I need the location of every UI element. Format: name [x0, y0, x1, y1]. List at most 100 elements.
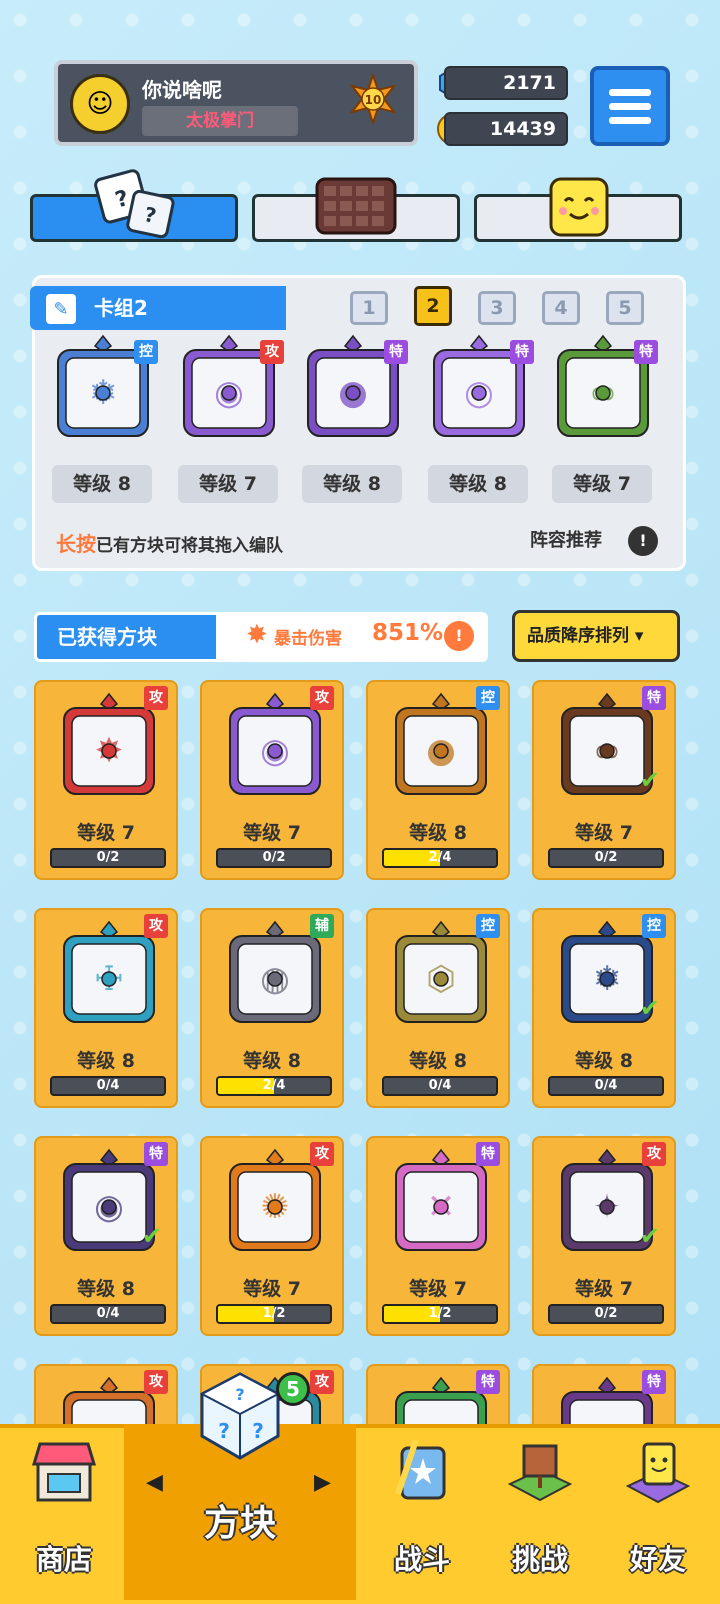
- block-card[interactable]: ✸攻等级 70/2: [34, 680, 178, 880]
- profile-panel[interactable]: ☺ 你说啥呢 太极掌门 10: [54, 60, 418, 146]
- burst-icon: ✸: [246, 620, 268, 650]
- card-type-badge: 特: [510, 340, 534, 364]
- nav-battle[interactable]: 战斗: [362, 1424, 482, 1600]
- block-level: 等级 8: [409, 822, 467, 844]
- level-star-icon: 10: [349, 74, 397, 124]
- block-level: 等级 7: [575, 1278, 633, 1300]
- progress-bar: 2/4: [216, 1076, 332, 1096]
- progress-text: 0/2: [96, 850, 120, 865]
- progress-bar: 1/2: [382, 1304, 498, 1324]
- nav-prev-arrow-icon[interactable]: ◀: [146, 1470, 163, 1495]
- check-icon: ✔: [639, 994, 660, 1022]
- shop-icon: [31, 1442, 97, 1502]
- nav-shop-label: 商店: [35, 1543, 92, 1576]
- dice-icon: ? ?: [94, 169, 175, 239]
- block-level: 等级 7: [575, 822, 633, 844]
- block-level: 等级 7: [243, 822, 301, 844]
- card-type-badge: 攻: [310, 1370, 334, 1394]
- deck-card[interactable]: ◉攻: [174, 334, 284, 444]
- deck-tab-4[interactable]: 4: [542, 291, 580, 325]
- crit-label: 暴击伤害: [274, 629, 342, 649]
- check-icon: ✔: [639, 1222, 660, 1250]
- progress-text: 0/4: [96, 1078, 120, 1093]
- deck-tab-3[interactable]: 3: [478, 291, 516, 325]
- card-type-badge: 特: [384, 340, 408, 364]
- progress-text: 0/2: [594, 1306, 618, 1321]
- block-card[interactable]: ∞特✔等级 70/2: [532, 680, 676, 880]
- deck-card[interactable]: ●特: [298, 334, 408, 444]
- check-icon: ✔: [141, 1222, 162, 1250]
- block-card[interactable]: ☩攻等级 80/4: [34, 908, 178, 1108]
- nav-badge: 5: [276, 1372, 310, 1406]
- progress-bar: 2/4: [382, 848, 498, 868]
- edit-pencil-icon[interactable]: ✎: [46, 294, 76, 324]
- progress-bar: 0/2: [548, 1304, 664, 1324]
- card-type-badge: 特: [476, 1370, 500, 1394]
- block-card[interactable]: ◉特✔等级 80/4: [34, 1136, 178, 1336]
- block-level: 等级 7: [77, 822, 135, 844]
- progress-text: 2/4: [262, 1078, 286, 1093]
- block-card[interactable]: ✺攻等级 71/2: [200, 1136, 344, 1336]
- block-level: 等级 7: [409, 1278, 467, 1300]
- deck-card[interactable]: ∞特: [548, 334, 658, 444]
- block-card[interactable]: ●控等级 82/4: [366, 680, 510, 880]
- nav-next-arrow-icon[interactable]: ▶: [314, 1470, 331, 1495]
- deck-tab-1[interactable]: 1: [350, 291, 388, 325]
- player-title: 太极掌门: [142, 106, 298, 136]
- block-card[interactable]: ◍辅等级 82/4: [200, 908, 344, 1108]
- block-card[interactable]: ⬡控等级 80/4: [366, 908, 510, 1108]
- progress-text: 0/4: [594, 1078, 618, 1093]
- card-type-badge: 攻: [310, 1142, 334, 1166]
- deck-tab-5[interactable]: 5: [606, 291, 644, 325]
- block-level: 等级 8: [243, 1050, 301, 1072]
- sort-button[interactable]: 品质降序排列 ▾: [512, 610, 680, 662]
- progress-text: 0/4: [428, 1078, 452, 1093]
- progress-text: 1/2: [428, 1306, 452, 1321]
- hint-text: 长按已有方块可将其拖入编队: [56, 532, 283, 556]
- card-type-badge: 攻: [144, 914, 168, 938]
- menu-button[interactable]: [590, 66, 670, 146]
- nav-friends[interactable]: 好友: [598, 1424, 718, 1600]
- deck-card-level: 等级 8: [52, 465, 152, 503]
- progress-bar: 0/4: [50, 1304, 166, 1324]
- signboard-icon: [507, 1444, 573, 1502]
- deck-card[interactable]: ◎特: [424, 334, 534, 444]
- player-name: 你说啥呢: [142, 78, 222, 102]
- sword-shield-icon: [395, 1439, 446, 1500]
- progress-bar: 0/2: [216, 848, 332, 868]
- block-level: 等级 8: [77, 1278, 135, 1300]
- card-type-badge: 控: [476, 914, 500, 938]
- nav-shop[interactable]: 商店: [4, 1424, 124, 1600]
- deck-card-level: 等级 7: [552, 465, 652, 503]
- card-type-badge: 攻: [144, 1370, 168, 1394]
- card-type-badge: 攻: [310, 686, 334, 710]
- nav-battle-label: 战斗: [393, 1543, 450, 1576]
- nav-challenge-label: 挑战: [511, 1543, 568, 1576]
- block-card[interactable]: ✕特等级 71/2: [366, 1136, 510, 1336]
- card-type-badge: 控: [476, 686, 500, 710]
- nav-challenge[interactable]: 挑战: [480, 1424, 600, 1600]
- card-type-badge: 攻: [260, 340, 284, 364]
- block-card[interactable]: ❄控✔等级 80/4: [532, 908, 676, 1108]
- card-type-badge: 控: [134, 340, 158, 364]
- deck-card[interactable]: ❄控: [48, 334, 158, 444]
- deck-card-level: 等级 8: [428, 465, 528, 503]
- info-icon[interactable]: !: [628, 526, 658, 556]
- deck-tab-2[interactable]: 2: [414, 286, 452, 326]
- card-type-badge: 控: [642, 914, 666, 938]
- check-icon: ✔: [639, 766, 660, 794]
- block-card[interactable]: ◉攻等级 70/2: [200, 680, 344, 880]
- recommend-button[interactable]: 阵容推荐: [530, 526, 602, 552]
- nav-friends-label: 好友: [629, 1543, 686, 1576]
- smiley-block-icon: [549, 177, 609, 237]
- svg-text:?: ?: [235, 1385, 244, 1404]
- svg-text:?: ?: [218, 1419, 230, 1443]
- nav-blocks[interactable]: ? ? ? 5 方块: [180, 1366, 310, 1600]
- card-type-badge: 特: [476, 1142, 500, 1166]
- crit-info-icon[interactable]: !: [444, 621, 474, 651]
- avatar[interactable]: ☺: [70, 74, 130, 134]
- card-type-badge: 攻: [144, 686, 168, 710]
- block-card[interactable]: ✦攻✔等级 70/2: [532, 1136, 676, 1336]
- progress-bar: 0/4: [548, 1076, 664, 1096]
- progress-bar: 0/2: [548, 848, 664, 868]
